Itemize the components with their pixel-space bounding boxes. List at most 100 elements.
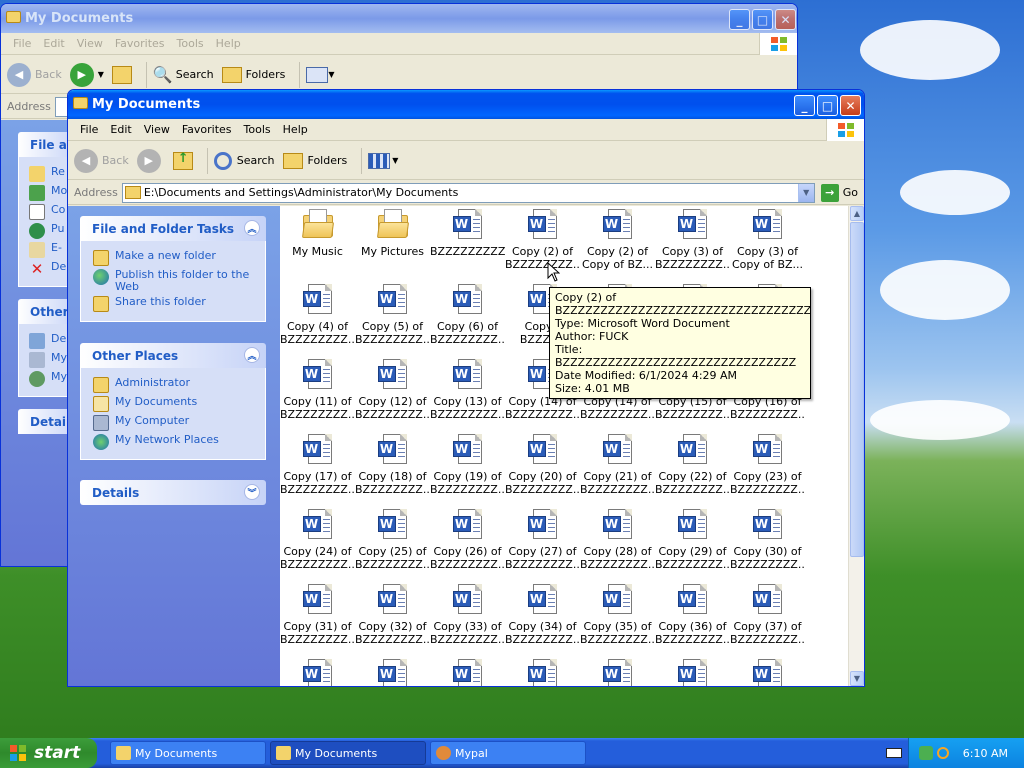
word-document-file[interactable]: W Copy (19) of BZZZZZZZZ... (430, 434, 505, 496)
word-document-file[interactable]: W Copy (17) of BZZZZZZZZ... (280, 434, 355, 496)
word-document-file[interactable]: W Copy (25) of BZZZZZZZZ... (355, 509, 430, 571)
word-document-file[interactable]: W Copy (18) of BZZZZZZZZ... (355, 434, 430, 496)
menu-favorites[interactable]: Favorites (176, 123, 238, 136)
back-button[interactable]: ◀ Back (7, 62, 62, 87)
menu-file[interactable]: File (7, 37, 37, 50)
minimize-button[interactable]: _ (794, 95, 815, 116)
word-document-file[interactable]: W (730, 659, 805, 686)
other-places-header[interactable]: Other Places ︽ (80, 343, 266, 368)
taskbar-task-mypal[interactable]: Mypal (430, 741, 586, 765)
menu-help[interactable]: Help (210, 37, 247, 50)
word-document-file[interactable]: W Copy (35) of BZZZZZZZZ... (580, 584, 655, 646)
menu-edit[interactable]: Edit (104, 123, 137, 136)
word-document-file[interactable]: W Copy (24) of BZZZZZZZZ... (280, 509, 355, 571)
search-tray-icon[interactable] (936, 747, 949, 759)
place-item[interactable]: My (29, 371, 69, 387)
word-document-file[interactable]: W Copy (36) of BZZZZZZZZ... (655, 584, 730, 646)
task-item[interactable]: Mo (29, 185, 69, 201)
up-button[interactable]: ↑ (172, 151, 193, 170)
word-document-file[interactable]: W Copy (37) of BZZZZZZZZ... (730, 584, 805, 646)
menu-tools[interactable]: Tools (238, 123, 277, 136)
publish-folder-link[interactable]: Publish this folder to the Web (93, 269, 257, 293)
start-button[interactable]: start (0, 738, 97, 768)
file-list-view[interactable]: My Music My Pictures W BZZZZZZZZZ... W Copy (… (280, 206, 848, 686)
task-item[interactable]: Co (29, 204, 69, 220)
menu-view[interactable]: View (71, 37, 109, 50)
place-my-documents[interactable]: My Documents (93, 396, 257, 412)
word-document-file[interactable]: W Copy (6) of BZZZZZZZZ... (430, 284, 505, 346)
task-item[interactable]: Pu (29, 223, 69, 239)
scroll-down-button[interactable]: ▼ (850, 671, 864, 686)
close-button[interactable]: ✕ (840, 95, 861, 116)
task-item[interactable]: E- (29, 242, 69, 258)
word-document-file[interactable]: W Copy (2) of BZZZZZZZZ... (505, 209, 580, 271)
taskbar-task-my-documents-1[interactable]: My Documents (110, 741, 266, 765)
word-document-file[interactable]: W Copy (30) of BZZZZZZZZ... (730, 509, 805, 571)
search-button[interactable]: Search (213, 151, 275, 170)
place-my-computer[interactable]: My Computer (93, 415, 257, 431)
address-field[interactable]: E:\Documents and Settings\Administrator\… (121, 182, 815, 203)
word-document-file[interactable]: W (430, 659, 505, 686)
word-document-file[interactable]: W Copy (3) of BZZZZZZZZ... (655, 209, 730, 271)
share-folder-link[interactable]: Share this folder (93, 296, 257, 312)
clock[interactable]: 6:10 AM (963, 747, 1008, 760)
word-document-file[interactable]: W Copy (12) of BZZZZZZZZ... (355, 359, 430, 421)
place-item[interactable]: De (29, 333, 69, 349)
up-button[interactable] (111, 65, 132, 84)
word-document-file[interactable]: W Copy (33) of BZZZZZZZZ... (430, 584, 505, 646)
views-button[interactable]: ▼ (306, 66, 334, 83)
menu-tools[interactable]: Tools (171, 37, 210, 50)
place-my-network-places[interactable]: My Network Places (93, 434, 257, 450)
title-bar[interactable]: My Documents _ □ ✕ (68, 90, 864, 119)
word-document-file[interactable]: W Copy (13) of BZZZZZZZZ... (430, 359, 505, 421)
place-administrator[interactable]: Administrator (93, 377, 257, 393)
word-document-file[interactable]: W (505, 659, 580, 686)
word-document-file[interactable]: W Copy (3) of Copy of BZ... (730, 209, 805, 271)
task-item[interactable]: Re (29, 166, 69, 182)
details-header[interactable]: Details ︾ (80, 480, 266, 505)
word-document-file[interactable]: W Copy (4) of BZZZZZZZZ... (280, 284, 355, 346)
make-new-folder-link[interactable]: Make a new folder (93, 250, 257, 266)
keyboard-icon[interactable] (886, 748, 902, 758)
scroll-up-button[interactable]: ▲ (850, 206, 864, 221)
word-document-file[interactable]: W Copy (2) of Copy of BZ... (580, 209, 655, 271)
forward-button[interactable]: ▶ (136, 148, 165, 173)
word-document-file[interactable]: W (355, 659, 430, 686)
scroll-thumb[interactable] (850, 222, 864, 557)
word-document-file[interactable]: W (580, 659, 655, 686)
expand-chevron-icon[interactable]: ︾ (244, 484, 260, 500)
folders-button[interactable]: Folders (221, 66, 285, 83)
word-document-file[interactable]: W Copy (29) of BZZZZZZZZ... (655, 509, 730, 571)
maximize-button[interactable]: □ (752, 9, 773, 30)
word-document-file[interactable]: W Copy (28) of BZZZZZZZZ... (580, 509, 655, 571)
maximize-button[interactable]: □ (817, 95, 838, 116)
place-item[interactable]: My (29, 352, 69, 368)
minimize-button[interactable]: _ (729, 9, 750, 30)
word-document-file[interactable]: W (280, 659, 355, 686)
vertical-scrollbar[interactable]: ▲ ▼ (848, 206, 864, 686)
menu-view[interactable]: View (138, 123, 176, 136)
word-document-file[interactable]: W Copy (11) of BZZZZZZZZ... (280, 359, 355, 421)
word-document-file[interactable]: W (655, 659, 730, 686)
word-document-file[interactable]: W Copy (20) of BZZZZZZZZ... (505, 434, 580, 496)
network-tray-icon[interactable] (918, 746, 933, 760)
menu-help[interactable]: Help (277, 123, 314, 136)
back-button[interactable]: ◀ Back (74, 148, 129, 173)
folder-my-music[interactable]: My Music (280, 209, 355, 258)
word-document-file[interactable]: W Copy (21) of BZZZZZZZZ... (580, 434, 655, 496)
word-document-file[interactable]: W BZZZZZZZZZ... (430, 209, 505, 258)
close-button[interactable]: ✕ (775, 9, 796, 30)
go-button[interactable]: → Go (815, 183, 864, 202)
word-document-file[interactable]: W Copy (32) of BZZZZZZZZ... (355, 584, 430, 646)
address-dropdown-icon[interactable]: ▼ (797, 183, 814, 202)
task-item[interactable]: ✕ De (29, 261, 69, 278)
menu-favorites[interactable]: Favorites (109, 37, 171, 50)
collapse-chevron-icon[interactable]: ︽ (244, 220, 260, 236)
search-button[interactable]: 🔍 Search (153, 65, 214, 84)
folders-button[interactable]: Folders (282, 152, 347, 169)
word-document-file[interactable]: W Copy (31) of BZZZZZZZZ... (280, 584, 355, 646)
word-document-file[interactable]: W Copy (5) of BZZZZZZZZ... (355, 284, 430, 346)
word-document-file[interactable]: W Copy (34) of BZZZZZZZZ... (505, 584, 580, 646)
menu-edit[interactable]: Edit (37, 37, 70, 50)
file-folder-tasks-header[interactable]: File and Folder Tasks ︽ (80, 216, 266, 241)
